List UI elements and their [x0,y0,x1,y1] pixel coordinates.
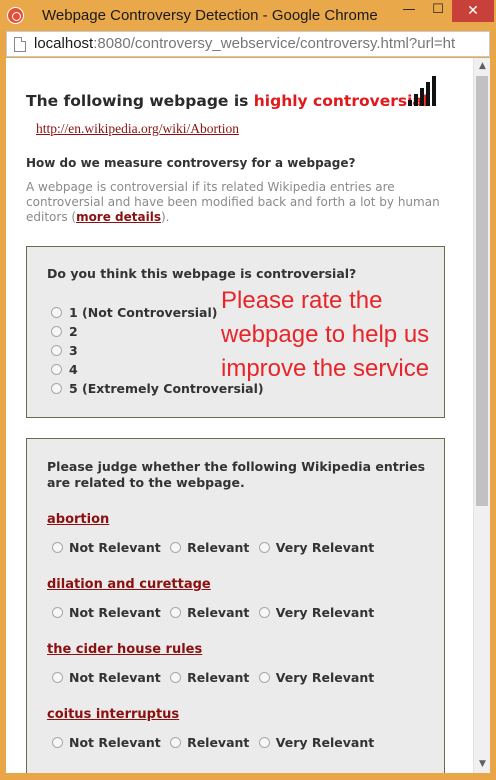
very-relevant-option[interactable]: Very Relevant [258,605,374,620]
scroll-up-arrow-icon[interactable]: ▲ [474,58,490,75]
radio-button[interactable] [51,326,62,337]
vertical-scrollbar[interactable]: ▲ ▼ [473,58,490,773]
scrollbar-thumb[interactable] [476,76,488,506]
minimize-button[interactable]: — [395,0,423,22]
relevant-option[interactable]: Relevant [170,540,249,555]
entry-link-abortion[interactable]: abortion [47,512,109,527]
scroll-down-arrow-icon[interactable]: ▼ [474,756,490,773]
very-relevant-option[interactable]: Very Relevant [258,735,374,750]
relevance-question: Please judge whether the following Wikip… [47,459,426,490]
page-viewport: The following webpage is highly controve… [6,58,490,773]
url-path: :8080/controversy_webservice/controversy… [93,35,456,52]
app-icon [7,7,24,24]
webpage-url-link[interactable]: http://en.wikipedia.org/wiki/Abortion [36,121,239,137]
title-bar: Webpage Controversy Detection - Google C… [0,0,496,31]
url-text[interactable]: localhost:8080/controversy_webservice/co… [34,35,486,52]
entry-link-cider-house[interactable]: the cider house rules [47,642,202,657]
not-relevant-option[interactable]: Not Relevant [52,735,161,750]
measure-description: A webpage is controversial if its relate… [26,180,446,225]
relevance-row: Not Relevant Relevant Very Relevant [52,540,379,555]
radio-button[interactable] [51,345,62,356]
rating-option-4[interactable]: 4 [51,362,78,377]
rating-option-3[interactable]: 3 [51,343,78,358]
signal-bars-icon [408,76,440,106]
relevant-option[interactable]: Relevant [170,670,249,685]
entry-link-dilation[interactable]: dilation and curettage [47,577,211,592]
rate-prompt-overlay: Please rate the webpage to help us impro… [221,287,430,382]
close-button[interactable]: ✕ [452,0,494,22]
page-content: The following webpage is highly controve… [6,58,472,773]
measure-text-end: ). [160,210,170,224]
not-relevant-option[interactable]: Not Relevant [52,605,161,620]
radio-button[interactable] [51,364,62,375]
very-relevant-option[interactable]: Very Relevant [258,670,374,685]
controversy-level: highly controversial [253,92,429,110]
more-details-link[interactable]: more details [76,210,161,224]
rating-option-1[interactable]: 1 (Not Controversial) [51,305,217,320]
headline-prefix: The following webpage is [26,92,254,110]
entry-link-coitus[interactable]: coitus interruptus [47,707,179,722]
rating-question: Do you think this webpage is controversi… [47,266,357,281]
page-icon [14,37,26,52]
relevance-row: Not Relevant Relevant Very Relevant [52,735,379,750]
very-relevant-option[interactable]: Very Relevant [258,540,374,555]
window-title: Webpage Controversy Detection - Google C… [42,7,378,24]
relevance-box: Please judge whether the following Wikip… [26,438,445,773]
relevance-row: Not Relevant Relevant Very Relevant [52,605,379,620]
measure-question: How do we measure controversy for a webp… [26,156,356,170]
relevant-option[interactable]: Relevant [170,605,249,620]
not-relevant-option[interactable]: Not Relevant [52,540,161,555]
page-headline: The following webpage is highly controve… [26,92,428,110]
radio-button[interactable] [51,383,62,394]
radio-button[interactable] [51,307,62,318]
not-relevant-option[interactable]: Not Relevant [52,670,161,685]
rating-option-2[interactable]: 2 [51,324,78,339]
relevance-row: Not Relevant Relevant Very Relevant [52,670,379,685]
relevant-option[interactable]: Relevant [170,735,249,750]
url-host: localhost [34,35,94,52]
address-bar[interactable]: localhost:8080/controversy_webservice/co… [6,31,490,57]
maximize-button[interactable]: ☐ [424,0,452,22]
